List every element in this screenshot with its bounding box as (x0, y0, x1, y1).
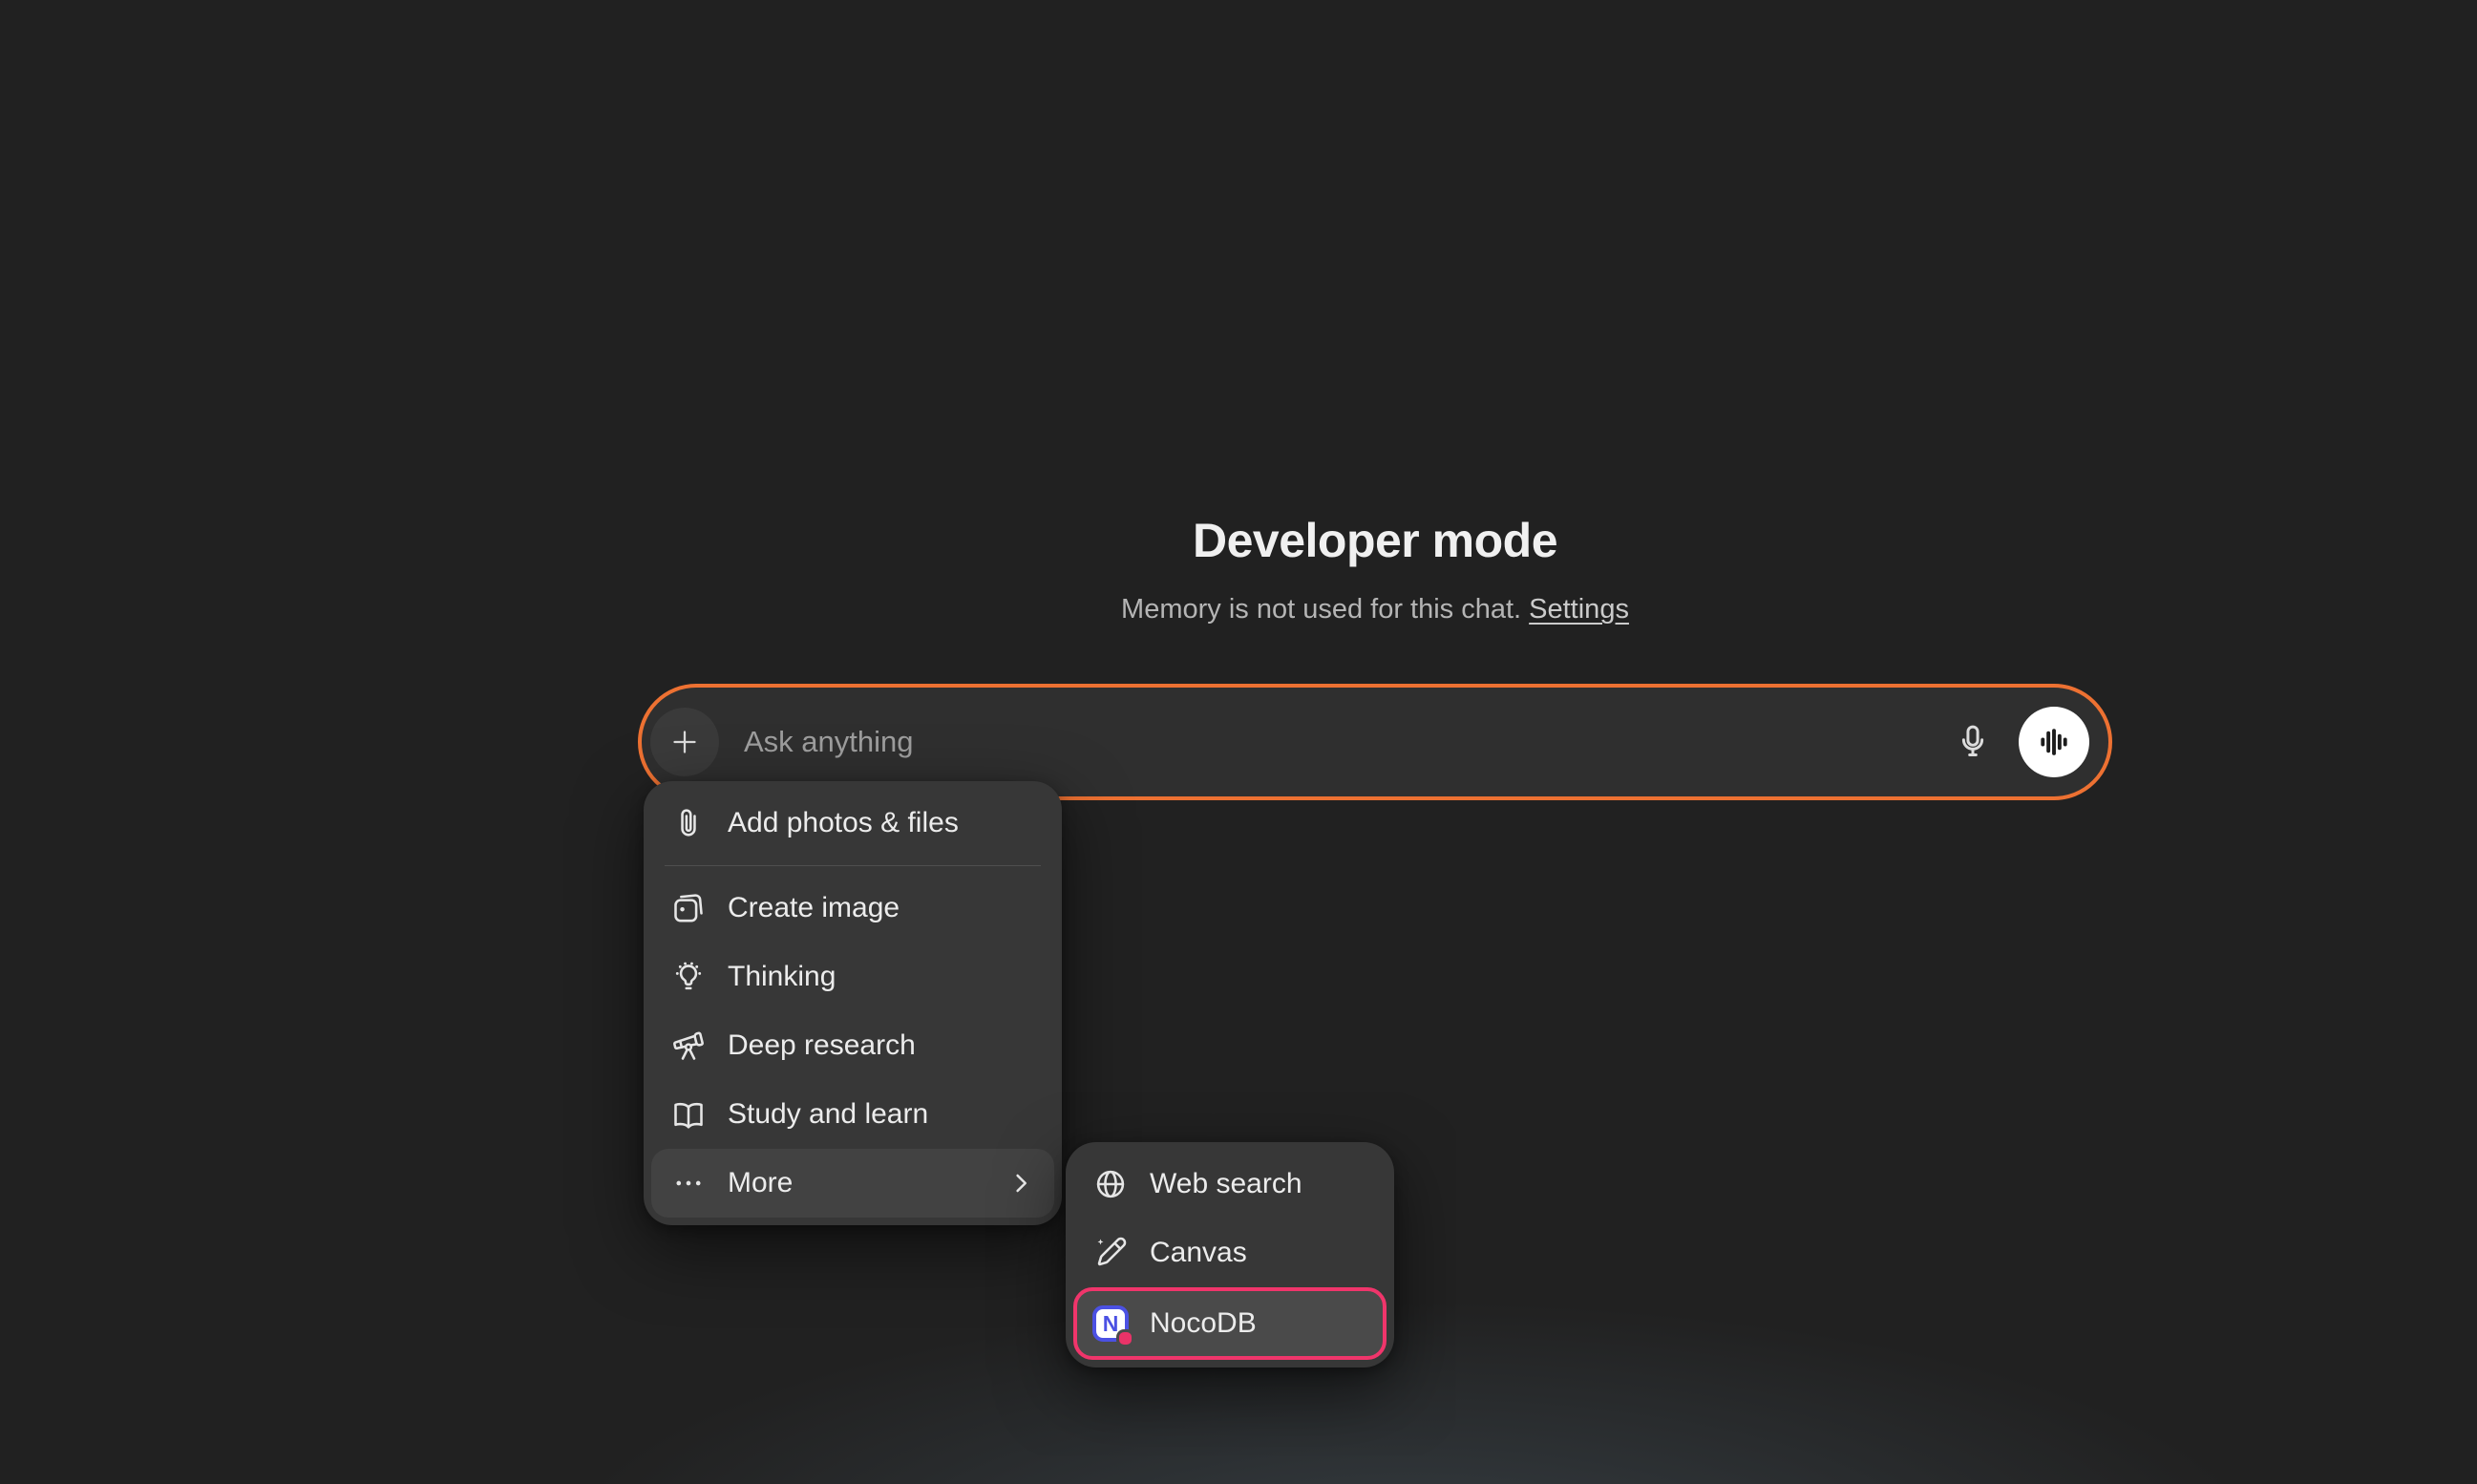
attach-menu: Add photos & files Create image T (644, 781, 1062, 1225)
settings-link[interactable]: Settings (1529, 594, 1629, 625)
submenu-item-canvas[interactable]: Canvas (1073, 1219, 1387, 1287)
open-book-icon (670, 1096, 707, 1133)
dictate-button[interactable] (1948, 717, 1998, 767)
menu-item-more[interactable]: More (651, 1149, 1054, 1218)
page-background: { "colors": { "background": "#212121", "… (0, 0, 2477, 1484)
menu-item-label: Canvas (1150, 1237, 1247, 1269)
attach-button[interactable] (650, 708, 719, 776)
pen-sparkle-icon (1092, 1235, 1129, 1271)
create-image-icon (670, 890, 707, 926)
telescope-icon (670, 1028, 707, 1064)
microphone-icon (1953, 722, 1993, 762)
menu-item-label: Deep research (728, 1029, 916, 1062)
menu-item-thinking[interactable]: Thinking (651, 943, 1054, 1011)
menu-item-create-image[interactable]: Create image (651, 874, 1054, 943)
menu-item-add-photos-files[interactable]: Add photos & files (651, 789, 1054, 858)
page-title: Developer mode (516, 512, 2234, 569)
hero: Developer mode Memory is not used for th… (516, 512, 2234, 626)
more-submenu: Web search Canvas N NocoDB (1066, 1142, 1394, 1367)
menu-item-label: Study and learn (728, 1098, 928, 1131)
ellipsis-icon (670, 1165, 707, 1201)
voice-mode-icon (2037, 725, 2071, 759)
menu-item-study-and-learn[interactable]: Study and learn (651, 1080, 1054, 1149)
lightbulb-icon (670, 959, 707, 995)
paperclip-icon (670, 805, 707, 841)
chevron-right-icon (1006, 1169, 1035, 1198)
menu-item-label: NocoDB (1150, 1307, 1257, 1340)
menu-item-label: More (728, 1167, 793, 1199)
menu-item-deep-research[interactable]: Deep research (651, 1011, 1054, 1080)
menu-item-label: Web search (1150, 1168, 1302, 1200)
voice-mode-button[interactable] (2019, 707, 2089, 777)
menu-divider (665, 865, 1041, 866)
plus-icon (667, 725, 702, 759)
menu-item-label: Add photos & files (728, 807, 959, 839)
globe-icon (1092, 1166, 1129, 1202)
nocodb-letter: N (1103, 1313, 1119, 1335)
nocodb-dot (1119, 1332, 1132, 1345)
submenu-item-web-search[interactable]: Web search (1073, 1150, 1387, 1219)
memory-notice: Memory is not used for this chat. (1121, 594, 1521, 625)
menu-item-label: Create image (728, 892, 900, 924)
composer-input[interactable] (744, 725, 1948, 759)
submenu-item-nocodb[interactable]: N NocoDB (1073, 1287, 1387, 1360)
menu-item-label: Thinking (728, 961, 836, 993)
nocodb-logo: N (1092, 1305, 1129, 1342)
